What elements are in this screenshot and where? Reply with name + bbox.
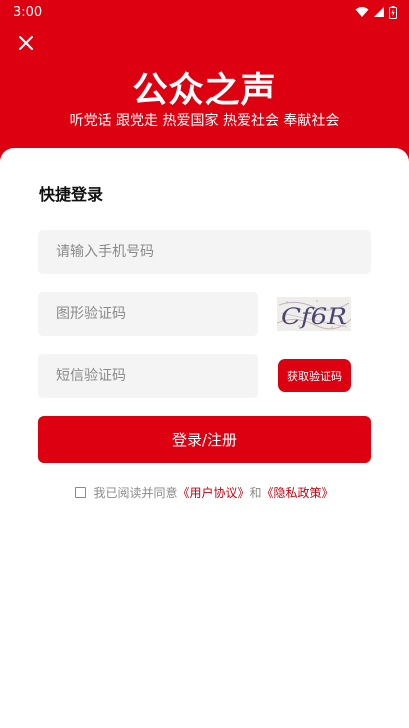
close-button[interactable]	[14, 31, 38, 55]
quick-login-title: 快捷登录	[39, 185, 104, 204]
user-agreement-link[interactable]: 《用户协议》	[177, 484, 249, 501]
captcha-text: Cf6R	[281, 305, 347, 330]
captcha-graphic: Cf6R	[277, 300, 351, 330]
close-icon	[19, 36, 33, 50]
login-card: 快捷登录 Cf6R 获取验证码 登录/注册 我已阅读并同意 《用户协议》 和 《…	[0, 148, 409, 728]
agreement-prefix: 我已阅读并同意	[93, 486, 178, 500]
captcha-input[interactable]	[38, 292, 258, 336]
signal-icon	[374, 7, 384, 17]
app-title: 公众之声	[132, 71, 277, 111]
slogan: 听党话 跟党走 热爱国家 热爱社会 奉献社会	[69, 113, 340, 129]
wifi-icon	[355, 7, 369, 17]
agreement-and: 和	[249, 486, 262, 500]
battery-icon	[389, 5, 397, 19]
login-register-button[interactable]: 登录/注册	[38, 416, 371, 463]
status-icons	[355, 5, 397, 19]
sms-code-input[interactable]	[38, 354, 258, 398]
status-bar: 3:00	[0, 0, 409, 24]
status-time: 3:00	[13, 4, 43, 20]
phone-input[interactable]	[38, 230, 371, 274]
captcha-image[interactable]: Cf6R	[277, 297, 351, 331]
agreement-checkbox[interactable]	[75, 487, 87, 498]
get-sms-code-button[interactable]: 获取验证码	[278, 359, 351, 392]
privacy-policy-link[interactable]: 《隐私政策》	[262, 484, 334, 501]
agreement-row: 我已阅读并同意 《用户协议》 和 《隐私政策》	[0, 484, 409, 501]
